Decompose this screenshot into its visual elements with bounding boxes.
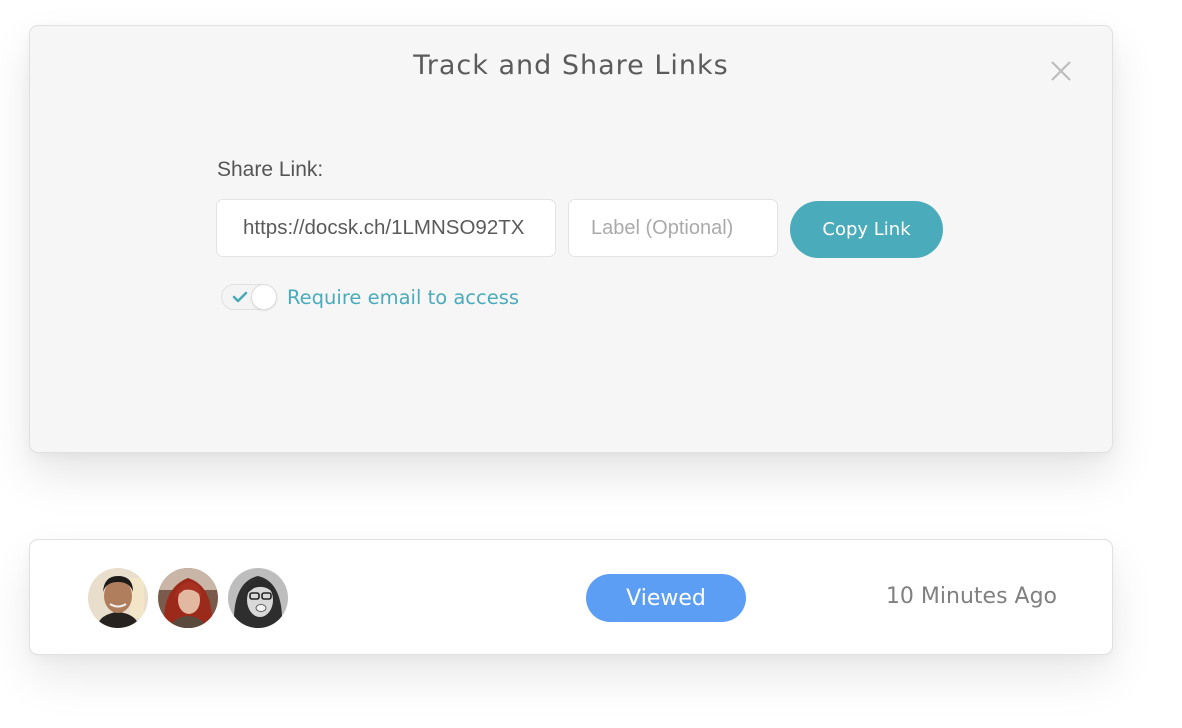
avatar[interactable] (88, 568, 148, 628)
status-badge: Viewed (586, 574, 746, 622)
require-email-row: Require email to access (221, 284, 519, 310)
link-label-input[interactable] (568, 199, 778, 257)
copy-link-button[interactable]: Copy Link (790, 201, 943, 258)
activity-card: Viewed 10 Minutes Ago (29, 539, 1113, 655)
checkmark-icon (232, 291, 248, 303)
toggle-knob (251, 284, 277, 310)
avatar[interactable] (158, 568, 218, 628)
close-icon (1051, 61, 1071, 81)
avatar[interactable] (228, 568, 288, 628)
avatar-woman-red-hair (158, 568, 218, 628)
close-button[interactable] (1048, 58, 1074, 84)
timestamp: 10 Minutes Ago (885, 584, 1057, 609)
share-link-label: Share Link: (217, 158, 324, 181)
viewer-avatars (88, 568, 298, 628)
share-links-modal: Track and Share Links Share Link: Copy L… (29, 25, 1113, 453)
share-url-input[interactable] (216, 199, 556, 257)
require-email-toggle[interactable] (221, 284, 277, 310)
require-email-label[interactable]: Require email to access (287, 286, 519, 309)
modal-title: Track and Share Links (413, 50, 729, 81)
avatar-man-dark-hair (88, 568, 148, 628)
avatar-woman-glasses (228, 568, 288, 628)
